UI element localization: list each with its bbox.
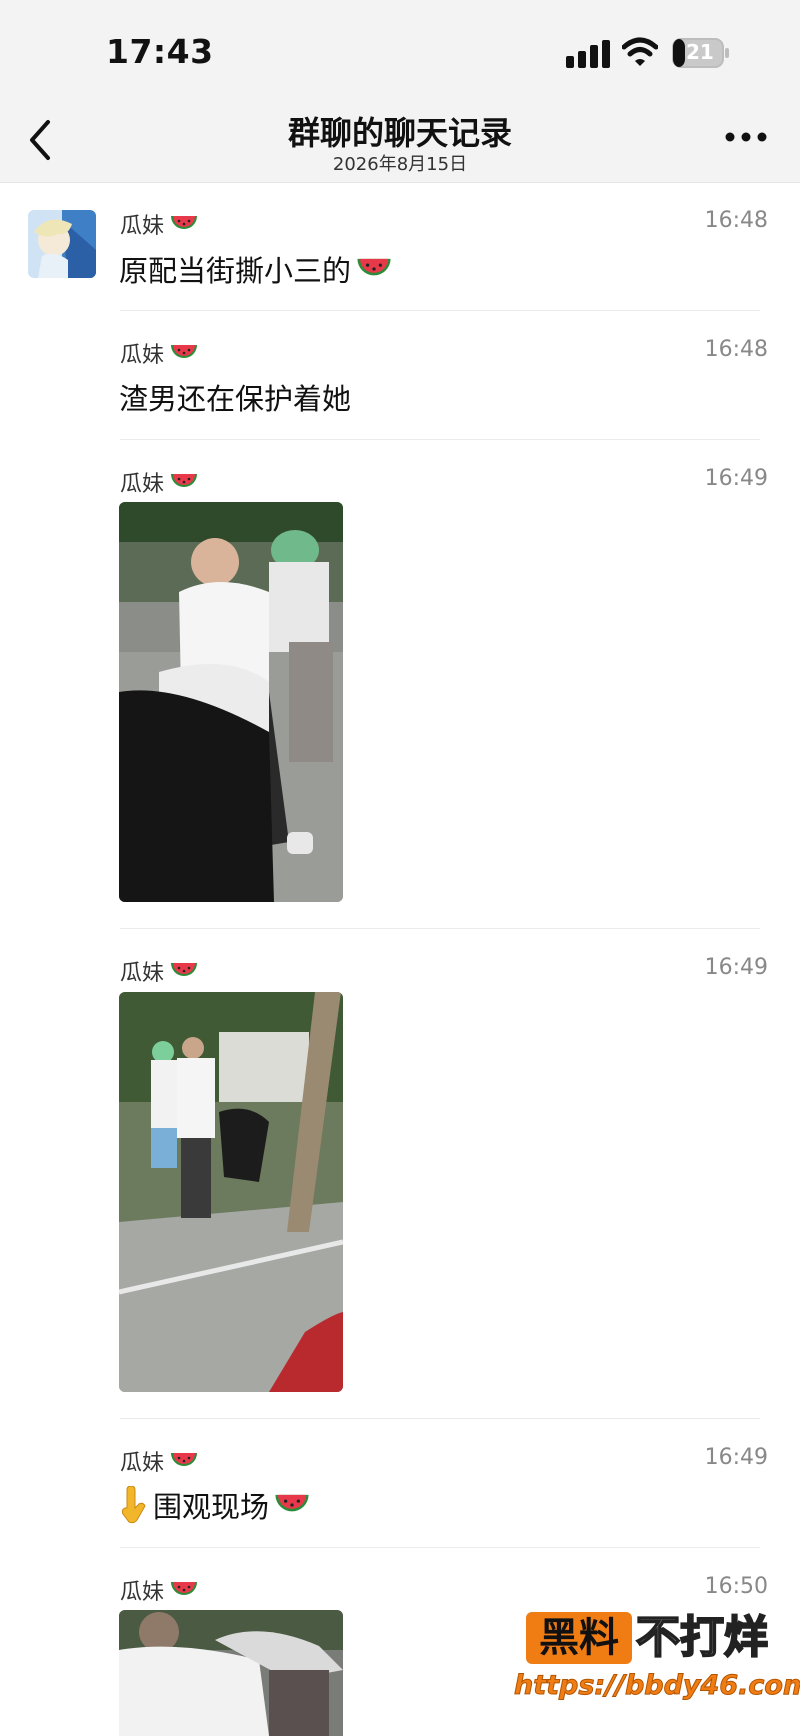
battery-icon: 21 [672,38,730,68]
message-divider [120,439,760,440]
page-subtitle: 2026年8月15日 [332,154,468,175]
message-time: 16:48 [704,337,768,362]
page-title: 群聊的聊天记录 [287,114,512,152]
message-divider [120,1418,760,1419]
watermelon-icon [171,1453,198,1466]
watermark-brand-a: 黑料 [526,1612,632,1664]
pointing-down-icon [121,1486,146,1524]
sender-name: 瓜妹 [120,466,198,498]
photo-thumbnail[interactable] [119,992,343,1392]
sender-name: 瓜妹 [120,955,198,987]
status-time: 17:43 [106,32,214,71]
message-time: 16:49 [704,1445,768,1470]
message-time: 16:48 [704,208,768,233]
watermelon-icon [357,258,391,276]
top-bar: 17:43 21 群聊的聊天记录 2026年8月15日 [0,0,800,183]
battery-level: 21 [686,40,714,64]
avatar[interactable] [28,210,96,278]
sender-name: 瓜妹 [120,208,198,240]
sender-name: 瓜妹 [120,1445,198,1477]
watermark-url: https://bbdy46.com [513,1670,800,1702]
message-divider [120,1547,760,1548]
watermelon-icon [171,216,198,229]
photo-thumbnail[interactable] [119,1610,343,1736]
watermark-brand-b: 不打烊 [635,1611,769,1664]
message-time: 16:49 [704,466,768,491]
message-time: 16:49 [704,955,768,980]
message-text[interactable]: 围观现场 [119,1484,311,1526]
watermelon-icon [171,345,198,358]
sender-name: 瓜妹 [120,337,198,369]
watermelon-icon [171,963,198,976]
watermelon-icon [171,1582,198,1595]
photo-thumbnail[interactable] [119,502,343,902]
message-text[interactable]: 渣男还在保护着她 [119,376,351,418]
message-time: 16:50 [704,1574,768,1599]
message-text[interactable]: 原配当街撕小三的 [119,248,393,290]
watermelon-icon [275,1494,309,1512]
more-dots-icon[interactable] [724,130,768,144]
cellular-signal-icon [566,40,610,68]
watermark-logo: 黑料 不打烊 https://bbdy46.com [513,1608,800,1730]
wifi-icon [622,37,658,66]
message-divider [120,928,760,929]
watermelon-icon [171,474,198,487]
message-divider [120,310,760,311]
sender-name: 瓜妹 [120,1574,198,1606]
